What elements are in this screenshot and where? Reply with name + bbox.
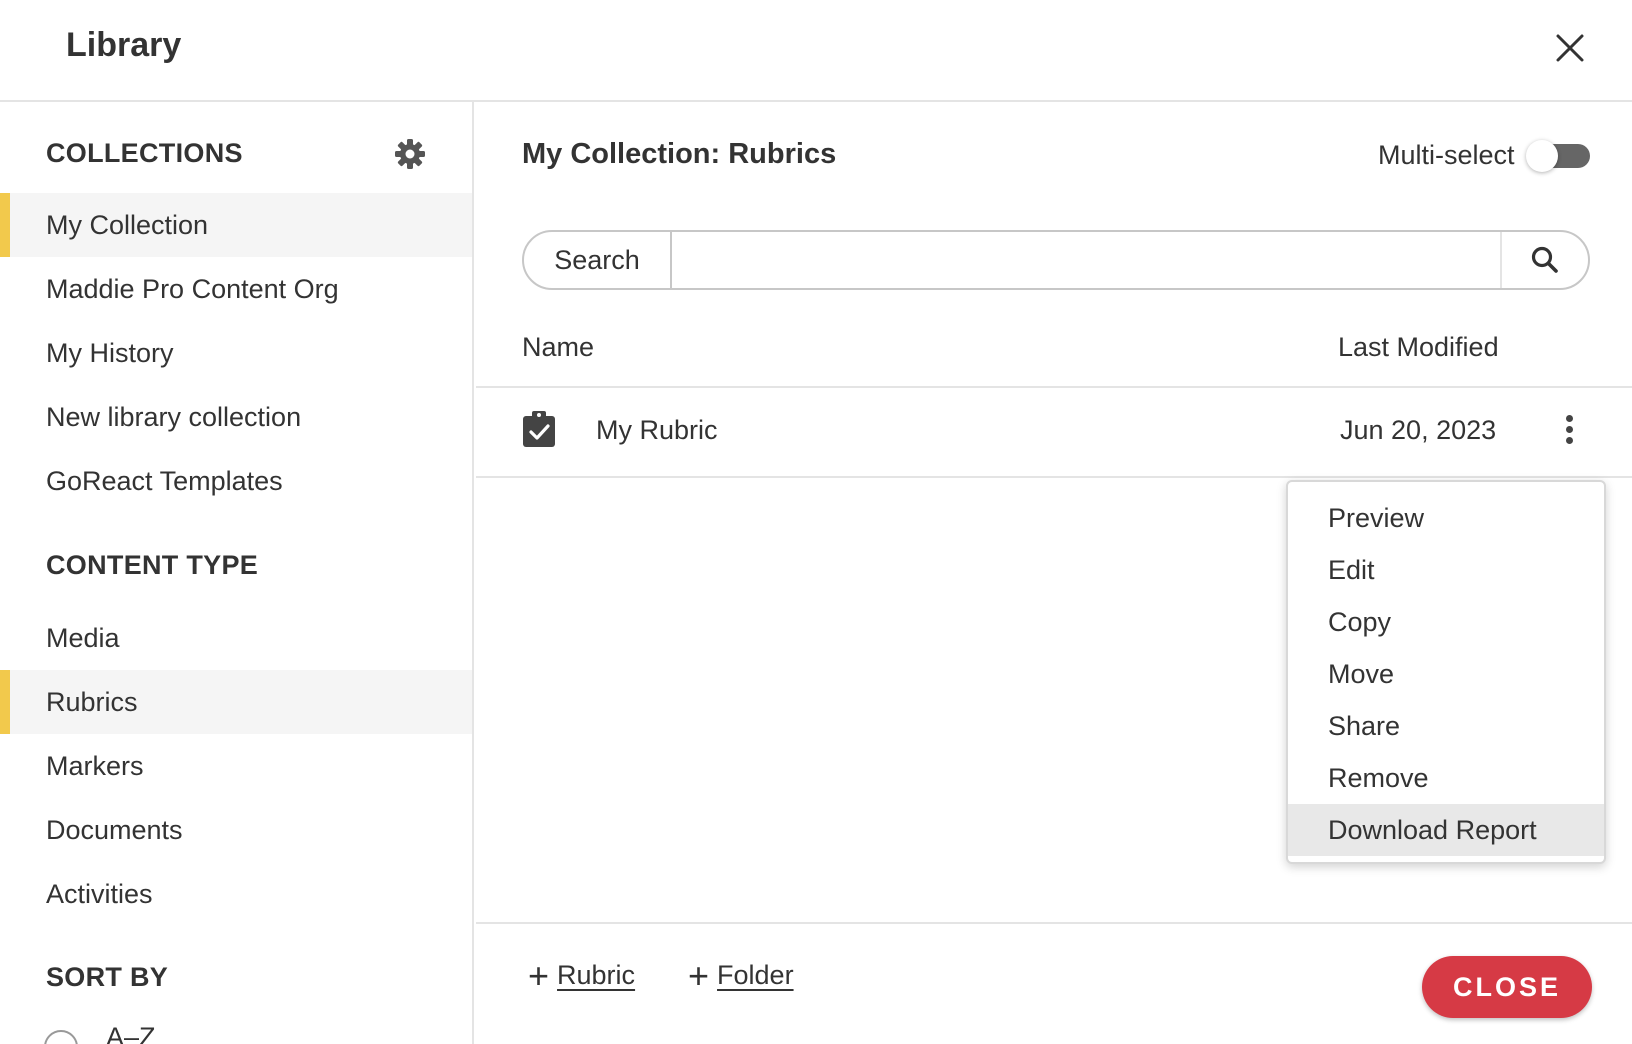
sidebar: COLLECTIONS My Collection Maddie Pro Con… [0,102,474,1044]
menu-item-preview[interactable]: Preview [1288,492,1604,544]
menu-item-edit[interactable]: Edit [1288,544,1604,596]
library-title: Library [66,26,182,64]
row-last-modified: Jun 20, 2023 [1340,415,1497,445]
sidebar-item-rubrics[interactable]: Rubrics [0,670,472,734]
sidebar-item-label: Rubrics [46,686,138,717]
sidebar-item-label: Documents [46,814,183,845]
sort-option-label: A–Z [106,1022,156,1044]
kebab-menu-icon[interactable] [1560,412,1578,448]
collections-heading: COLLECTIONS [46,138,243,168]
sidebar-item-new-library-collection[interactable]: New library collection [0,385,472,449]
sidebar-item-markers[interactable]: Markers [0,734,472,798]
add-folder-button[interactable]: + Folder [688,954,794,996]
add-rubric-button[interactable]: + Rubric [528,954,636,996]
close-button[interactable]: CLOSE [1422,956,1592,1018]
context-menu: Preview Edit Copy Move Share Remove Down… [1286,480,1606,864]
sidebar-item-activities[interactable]: Activities [0,862,472,926]
multiselect-label: Multi-select [1378,140,1515,170]
sidebar-item-label: My Collection [46,209,209,240]
search-icon[interactable] [1500,232,1588,288]
menu-item-copy[interactable]: Copy [1288,596,1604,648]
search-label: Search [524,232,672,288]
close-icon[interactable] [1548,26,1592,70]
clipboard-check-icon[interactable] [522,410,556,448]
search-input[interactable] [674,232,1500,288]
content-type-heading: CONTENT TYPE [46,550,259,580]
gear-icon[interactable] [394,138,426,170]
sidebar-item-media[interactable]: Media [0,606,472,670]
sidebar-item-label: Maddie Pro Content Org [46,273,339,304]
sidebar-item-my-collection[interactable]: My Collection [0,193,472,257]
menu-item-move[interactable]: Move [1288,648,1604,700]
add-rubric-label: Rubric [557,960,636,990]
column-header-name[interactable]: Name [522,332,594,363]
sidebar-item-label: New library collection [46,401,302,432]
sidebar-item-label: GoReact Templates [46,465,283,496]
library-header: Library [0,0,1632,102]
menu-item-share[interactable]: Share [1288,700,1604,752]
sidebar-item-label: Media [46,622,120,653]
plus-icon: + [528,954,550,996]
search-bar: Search [522,230,1590,290]
add-folder-label: Folder [717,960,794,990]
menu-item-download-report[interactable]: Download Report [1288,804,1604,856]
multiselect-toggle[interactable] [1526,140,1590,172]
sort-by-heading: SORT BY [46,962,169,992]
sidebar-item-label: Activities [46,878,153,909]
sidebar-item-maddie-pro-content-org[interactable]: Maddie Pro Content Org [0,257,472,321]
sort-radio[interactable] [44,1030,78,1044]
sidebar-item-goreact-templates[interactable]: GoReact Templates [0,449,472,513]
sidebar-item-my-history[interactable]: My History [0,321,472,385]
menu-item-remove[interactable]: Remove [1288,752,1604,804]
plus-icon: + [688,954,710,996]
footer-divider [476,922,1632,924]
page-title: My Collection: Rubrics [522,138,837,170]
sidebar-item-documents[interactable]: Documents [0,798,472,862]
sidebar-item-label: Markers [46,750,144,781]
sidebar-item-label: My History [46,337,174,368]
table-row[interactable]: My Rubric Jun 20, 2023 [476,388,1632,476]
toggle-knob [1526,140,1558,172]
divider [476,476,1632,478]
column-header-last-modified[interactable]: Last Modified [1338,332,1499,363]
row-name[interactable]: My Rubric [596,415,718,446]
